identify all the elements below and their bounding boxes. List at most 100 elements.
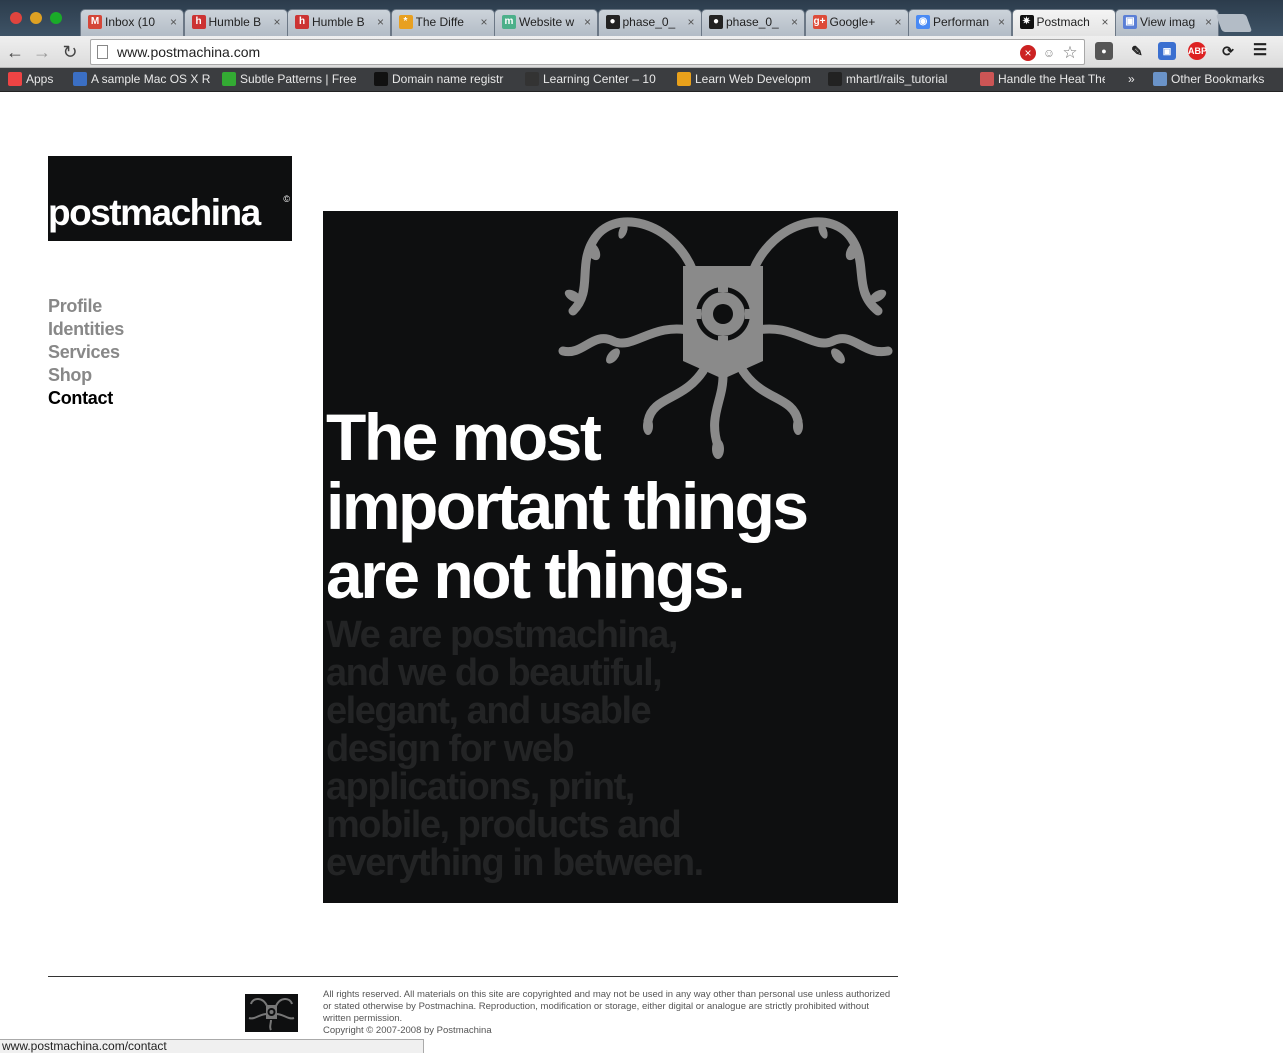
- forward-arrow-icon[interactable]: →: [31, 41, 53, 63]
- bookmark-7[interactable]: mhartl/rails_tutorial: [828, 68, 973, 92]
- toolbar: ← → ↻ www.postmachina.com × ☺ ☆ ● ✎ ▣ AB…: [0, 36, 1283, 68]
- bookmark-label: Other Bookmarks: [1171, 72, 1265, 86]
- tab-1[interactable]: M Inbox (10 ×: [80, 9, 184, 36]
- close-tab-icon[interactable]: ×: [170, 10, 177, 34]
- github-icon: ●: [709, 15, 723, 29]
- close-tab-icon[interactable]: ×: [791, 10, 798, 34]
- bookmark-label: Handle the Heat The: [998, 72, 1105, 86]
- nav-services[interactable]: Services: [48, 341, 124, 364]
- adblock-icon[interactable]: ABP: [1188, 42, 1207, 60]
- tab-3[interactable]: h Humble B ×: [287, 9, 391, 36]
- back-arrow-icon[interactable]: ←: [4, 41, 26, 63]
- bookmark-label: Apps: [26, 72, 54, 86]
- zoom-window-button[interactable]: [50, 12, 62, 24]
- close-tab-icon[interactable]: ×: [998, 10, 1005, 34]
- nav-shop[interactable]: Shop: [48, 364, 124, 387]
- bookmark-label: Learn Web Developm: [695, 72, 811, 86]
- close-tab-icon[interactable]: ×: [480, 10, 487, 34]
- site-logo[interactable]: postmachina ©: [48, 156, 292, 241]
- bookmark-8[interactable]: Handle the Heat The: [980, 68, 1105, 92]
- o-icon: [677, 72, 691, 86]
- tab-title: Inbox (10: [105, 15, 156, 29]
- wp-icon: [525, 72, 539, 86]
- a-icon: [73, 72, 87, 86]
- tab-8[interactable]: g+ Google+ ×: [804, 9, 909, 36]
- menu-icon[interactable]: ☰: [1251, 42, 1269, 60]
- extension-window-icon[interactable]: ▣: [1158, 42, 1176, 60]
- new-tab-button[interactable]: [1215, 14, 1253, 32]
- tab-strip: M Inbox (10 × h Humble B × h Humble B × * The Diff…: [0, 0, 1283, 37]
- tab-title: Google+: [829, 15, 876, 29]
- chrome-icon: ◉: [916, 15, 930, 29]
- tab-10[interactable]: ✷ Postmach ×: [1011, 9, 1116, 37]
- tab-7[interactable]: ● phase_0_ ×: [701, 9, 805, 36]
- hero-tagline: We are postmachina, and we do beautiful,…: [326, 614, 704, 884]
- apps-grid-icon: [8, 72, 22, 86]
- bookmark-1[interactable]: Apps: [8, 68, 63, 92]
- tab-title: Website w: [519, 15, 575, 29]
- reload-icon[interactable]: ↻: [59, 41, 81, 63]
- blocked-icon[interactable]: ×: [1020, 45, 1036, 61]
- gandi-icon: [374, 72, 388, 86]
- star-bookmark-icon[interactable]: ☆: [1062, 44, 1078, 61]
- bookmark-label: A sample Mac OS X R: [91, 72, 211, 86]
- tab-title: View imag: [1140, 15, 1196, 29]
- nav-contact[interactable]: Contact: [48, 387, 124, 410]
- status-bar: www.postmachina.com/contact: [0, 1039, 424, 1053]
- bookmarks-overflow-button[interactable]: »: [1128, 68, 1135, 92]
- bookmark-label: Learning Center – 10: [543, 72, 656, 86]
- close-tab-icon[interactable]: ×: [273, 10, 280, 34]
- footer-copyright: Copyright © 2007-2008 by Postmachina: [323, 1025, 492, 1036]
- bookmarks-bar: Apps A sample Mac OS X R Subtle Patterns |…: [0, 68, 1283, 92]
- url-text[interactable]: www.postmachina.com: [117, 40, 260, 64]
- hero-headline: The most important things are not things…: [326, 400, 809, 612]
- m-icon: m: [502, 15, 516, 29]
- hero-panel: The most important things are not things…: [323, 211, 898, 903]
- tab-title: Postmach: [1036, 15, 1090, 29]
- tab-9[interactable]: ◉ Performan ×: [908, 9, 1012, 36]
- close-window-button[interactable]: [10, 12, 22, 24]
- tab-5[interactable]: m Website w ×: [494, 9, 598, 36]
- extension-icon[interactable]: ●: [1095, 42, 1113, 60]
- address-bar[interactable]: www.postmachina.com × ☺ ☆: [90, 39, 1085, 65]
- logo-registered-mark: ©: [283, 194, 290, 204]
- page-icon: [97, 45, 108, 59]
- reddit-icon[interactable]: ☺: [1041, 45, 1057, 61]
- sync-icon[interactable]: ⟳: [1219, 42, 1237, 60]
- image-icon: ▣: [1123, 15, 1137, 29]
- close-tab-icon[interactable]: ×: [687, 10, 694, 34]
- github-icon: [828, 72, 842, 86]
- nav-identities[interactable]: Identities: [48, 318, 124, 341]
- footer-logo[interactable]: [245, 994, 298, 1032]
- bookmark-4[interactable]: Domain name registr: [374, 68, 519, 92]
- bookmark-5[interactable]: Learning Center – 10: [525, 68, 670, 92]
- bookmark-6[interactable]: Learn Web Developm: [677, 68, 822, 92]
- minimize-window-button[interactable]: [30, 12, 42, 24]
- tab-2[interactable]: h Humble B ×: [183, 9, 288, 36]
- close-tab-icon[interactable]: ×: [894, 10, 901, 34]
- close-tab-icon[interactable]: ×: [377, 10, 384, 34]
- close-tab-icon[interactable]: ×: [584, 10, 591, 34]
- nav-profile[interactable]: Profile: [48, 295, 124, 318]
- browser-chrome: M Inbox (10 × h Humble B × h Humble B × * The Diff…: [0, 0, 1283, 92]
- tab-4[interactable]: * The Diffe ×: [390, 9, 495, 36]
- tab-title: phase_0_: [726, 15, 779, 29]
- bookmark-label: mhartl/rails_tutorial: [846, 72, 948, 86]
- bookmark-3[interactable]: Subtle Patterns | Free: [222, 68, 367, 92]
- bookmark-label: Subtle Patterns | Free: [240, 72, 357, 86]
- humble-icon: h: [191, 15, 206, 29]
- close-tab-icon[interactable]: ×: [1205, 10, 1212, 34]
- subtle-patterns-icon: [222, 72, 236, 86]
- tab-title: Humble B: [312, 15, 365, 29]
- tab-11[interactable]: ▣ View imag ×: [1115, 9, 1219, 36]
- pen-icon[interactable]: ✎: [1128, 42, 1146, 60]
- bookmark-2[interactable]: A sample Mac OS X R: [73, 68, 213, 92]
- tab-6[interactable]: ● phase_0_ ×: [597, 9, 702, 36]
- footer-gear-icon: [248, 998, 295, 1031]
- tab-title: phase_0_: [622, 15, 676, 29]
- tab-title: The Diffe: [415, 15, 464, 29]
- close-tab-icon[interactable]: ×: [1101, 10, 1108, 34]
- site-nav: Profile Identities Services Shop Contact: [48, 295, 124, 410]
- flame-icon: [980, 72, 994, 86]
- bookmark-9[interactable]: Other Bookmarks: [1153, 68, 1278, 92]
